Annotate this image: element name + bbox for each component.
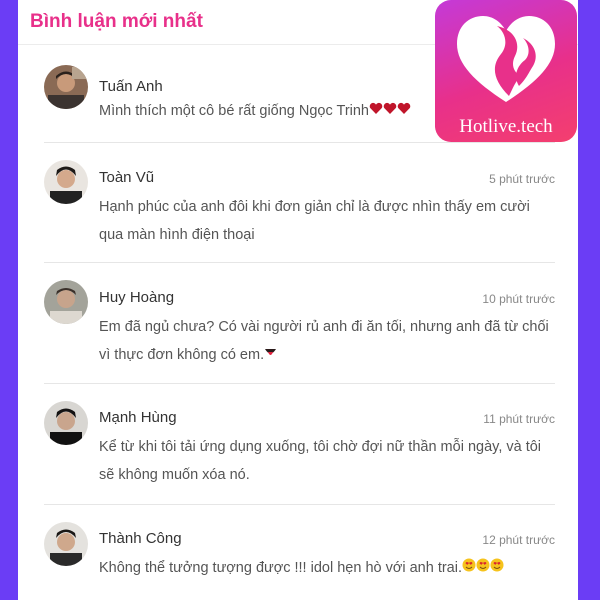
comment-author[interactable]: Toàn Vũ	[99, 169, 154, 186]
comment-item: Huy Hoàng 10 phút trước Em đã ngủ chưa? …	[44, 263, 555, 384]
hotlive-logo: Hotlive.tech	[435, 0, 577, 142]
avatar[interactable]	[44, 522, 88, 566]
avatar[interactable]	[44, 280, 88, 324]
comment-text: Kể từ khi tôi tải ứng dụng xuống, tôi ch…	[99, 439, 542, 483]
tongue-emoji-icon	[264, 341, 277, 369]
heart-eyes-emoji-icon	[476, 554, 490, 582]
comment-time: 11 phút trước	[483, 412, 555, 426]
avatar[interactable]	[44, 160, 88, 204]
heart-eyes-emoji-icon	[490, 554, 504, 582]
comment-text-content: Không thể tưởng tượng được !!! idol hẹn …	[99, 560, 462, 576]
heart-icon	[397, 97, 411, 125]
comment-text-content: Em đã ngủ chưa? Có vài người rủ anh đi ă…	[99, 319, 549, 363]
heart-icon	[369, 97, 383, 125]
comment-text-content: Mình thích một cô bé rất giống Ngọc Trin…	[99, 103, 369, 119]
page-title: Bình luận mới nhất	[30, 11, 203, 32]
heart-flame-logo-icon	[457, 16, 555, 102]
comment-author[interactable]: Tuấn Anh	[99, 78, 163, 95]
avatar[interactable]	[44, 401, 88, 445]
comment-text: Không thể tưởng tượng được !!! idol hẹn …	[99, 554, 555, 582]
comment-text: Hạnh phúc của anh đôi khi đơn giản chỉ l…	[99, 199, 530, 243]
comment-item: Mạnh Hùng 11 phút trước Kể từ khi tôi tả…	[44, 384, 555, 505]
avatar[interactable]	[44, 65, 88, 109]
comment-time: 12 phút trước	[482, 533, 555, 547]
heart-eyes-emoji-icon	[462, 554, 476, 582]
logo-text: Hotlive.tech	[459, 116, 553, 137]
comment-text: Em đã ngủ chưa? Có vài người rủ anh đi ă…	[99, 313, 555, 369]
comment-author[interactable]: Thành Công	[99, 530, 182, 547]
comment-time: 10 phút trước	[482, 292, 555, 306]
comment-item: Toàn Vũ 5 phút trước Hạnh phúc của anh đ…	[44, 143, 555, 263]
page-edge	[590, 0, 600, 600]
heart-icon	[383, 97, 397, 125]
comment-time: 5 phút trước	[489, 172, 555, 186]
comment-author[interactable]: Mạnh Hùng	[99, 409, 177, 426]
comment-item: Thành Công 12 phút trước Không thể tưởng…	[44, 505, 555, 599]
comment-author[interactable]: Huy Hoàng	[99, 289, 174, 306]
